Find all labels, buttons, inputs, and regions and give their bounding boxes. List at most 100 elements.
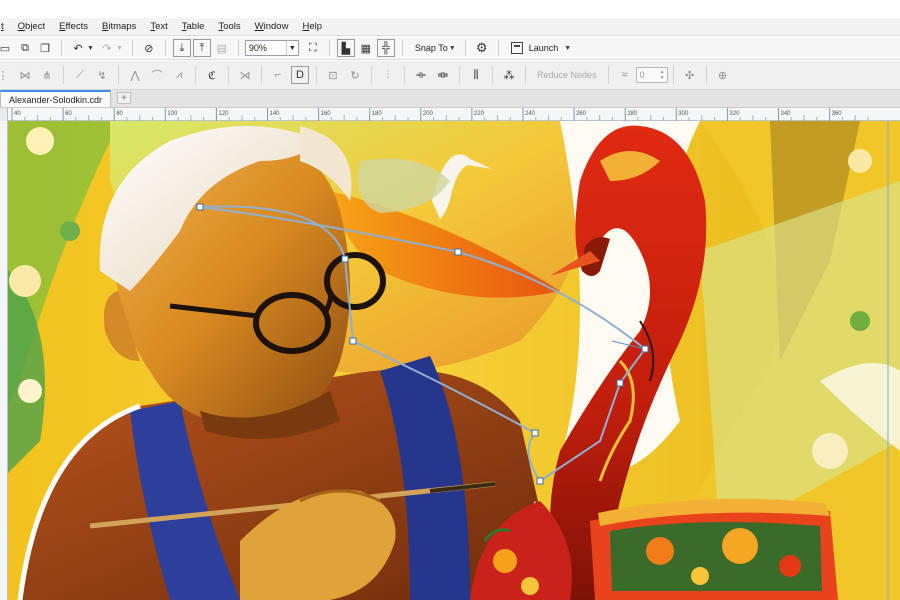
document-tab[interactable]: Alexander-Solodkin.cdr	[0, 90, 112, 107]
menu-item-tools[interactable]: Tools	[211, 21, 247, 32]
document-tab-bar: Alexander-Solodkin.cdr +	[0, 90, 900, 108]
new-document-icon[interactable]: ▭	[0, 39, 14, 57]
ruler-tick-label: 280	[627, 111, 638, 117]
ruler-tick-label: 120	[218, 111, 229, 117]
symmetrical-node-icon[interactable]: ⩘	[170, 66, 188, 84]
search-icon[interactable]: ⊘	[140, 39, 158, 57]
to-line-icon[interactable]: ⟋	[71, 66, 89, 84]
ruler-tick-label: 200	[423, 111, 434, 117]
full-screen-icon[interactable]: ⛶	[304, 39, 322, 57]
extend-curve-icon[interactable]: ⋊	[236, 66, 254, 84]
stepper-arrows-icon[interactable]: ▲ ▼	[658, 68, 667, 82]
snap-to-dropdown-icon[interactable]: ▼	[449, 45, 456, 52]
menu-item-bitmaps[interactable]: Bitmaps	[95, 21, 143, 32]
copy-icon[interactable]: ⧉	[16, 39, 34, 57]
delete-node-icon[interactable]: ⋈	[16, 66, 34, 84]
toolbar-separator	[672, 66, 674, 84]
horizontal-ruler[interactable]: 40 60 80 100 120 140 160 180 200 220 240 260 280 300 3…	[0, 108, 900, 121]
menu-bar: t Object Effects Bitmaps Text Table Tool…	[0, 18, 900, 36]
auto-close-icon[interactable]: ⊕	[714, 66, 732, 84]
smooth-node-icon[interactable]: ⌒	[148, 66, 166, 84]
publish-pdf-icon[interactable]: ▤	[213, 39, 231, 57]
toolbar-separator	[497, 40, 499, 56]
ruler-tick-label: 180	[372, 111, 383, 117]
select-all-nodes-icon[interactable]: ⁂	[500, 66, 518, 84]
elastic-mode-icon[interactable]: ⫼	[467, 66, 485, 84]
ruler-tick-label: 260	[576, 111, 587, 117]
add-node-icon[interactable]: ⋮	[0, 66, 12, 84]
window-top-strip	[0, 0, 900, 18]
ruler-ticks: 40 60 80 100 120 140 160 180 200 220 240 260 280 300 3…	[11, 108, 869, 121]
undo-icon[interactable]: ↶	[69, 39, 87, 57]
show-guidelines-icon[interactable]: ╬	[376, 39, 395, 57]
join-nodes-icon[interactable]: ⋔	[38, 66, 56, 84]
ruler-tick-label: 100	[167, 111, 178, 117]
toolbar-separator	[261, 66, 262, 84]
import-icon[interactable]: ⤓	[172, 39, 191, 57]
to-curve-icon[interactable]: ↯	[93, 66, 111, 84]
undo-dropdown-icon[interactable]: ▼	[87, 45, 94, 52]
extract-subpath-icon[interactable]: ⌐	[269, 66, 287, 84]
ruler-tick-label: 80	[116, 111, 123, 117]
reverse-direction-icon[interactable]: ℭ	[203, 66, 221, 84]
mirror-vertical-icon[interactable]: ⟚	[434, 66, 452, 84]
rotate-nodes-icon[interactable]: ↻	[346, 66, 364, 84]
snap-to-button[interactable]: Snap To	[409, 43, 450, 53]
ruler-tick-label: 40	[14, 111, 21, 117]
artwork-illustration	[0, 121, 900, 600]
curve-smoothness-icon: ≈	[621, 69, 628, 81]
menu-item-window[interactable]: Window	[248, 21, 296, 32]
paste-icon[interactable]: ❐	[36, 39, 54, 57]
toolbar-separator	[131, 40, 133, 56]
ruler-origin-corner[interactable]	[0, 108, 8, 121]
toolbar-separator	[401, 40, 403, 56]
show-rulers-icon[interactable]: ▙	[336, 39, 355, 57]
options-gear-icon[interactable]: ⚙	[473, 39, 491, 57]
show-grid-icon[interactable]: ▦	[357, 39, 375, 57]
toolbar-separator	[705, 66, 707, 84]
reduce-nodes-button[interactable]: Reduce Nodes	[531, 70, 603, 80]
vertical-ruler[interactable]	[0, 121, 8, 600]
chevron-down-icon[interactable]: ▼	[285, 41, 298, 55]
drawing-canvas[interactable]	[0, 121, 900, 600]
ruler-tick-label: 240	[525, 111, 536, 117]
launch-icon[interactable]	[510, 42, 523, 54]
launch-button[interactable]: Launch	[527, 43, 561, 53]
menu-item-table[interactable]: Table	[175, 21, 212, 32]
stretch-nodes-icon[interactable]: ⊡	[324, 66, 342, 84]
align-nodes-icon[interactable]: ⫶	[379, 66, 397, 84]
menu-item-help[interactable]: Help	[295, 21, 329, 32]
menu-item-object[interactable]: Object	[11, 21, 52, 32]
cusp-node-icon[interactable]: ⋀	[126, 66, 144, 84]
node-tracking-icon[interactable]: ✣	[681, 66, 699, 84]
zoom-level-select[interactable]: 90% ▼	[244, 40, 299, 56]
zoom-level-value: 90%	[248, 43, 267, 53]
launch-dropdown-icon[interactable]: ▼	[564, 45, 571, 52]
toolbar-separator	[118, 66, 119, 84]
menu-item-effects[interactable]: Effects	[52, 21, 95, 32]
toolbar-separator	[464, 40, 466, 56]
ruler-tick-label: 300	[678, 111, 689, 117]
toolbar-separator	[525, 66, 526, 84]
ruler-tick-label: 60	[65, 111, 72, 117]
toolbar-separator	[607, 66, 609, 84]
toolbar-separator	[61, 40, 62, 56]
toolbar-separator	[316, 66, 317, 84]
toolbar-separator	[404, 66, 405, 84]
add-tab-icon[interactable]: +	[117, 92, 132, 104]
toolbar-separator	[164, 40, 166, 56]
redo-icon[interactable]: ↷	[98, 39, 116, 57]
redo-dropdown-icon[interactable]: ▼	[116, 45, 123, 52]
curve-smoothness-stepper[interactable]: 0 ▲ ▼	[635, 67, 668, 83]
ruler-tick-label: 360	[832, 111, 843, 117]
close-curve-icon[interactable]: D	[291, 66, 309, 84]
ruler-tick-label: 220	[474, 111, 485, 117]
curve-smoothness-value: 0	[639, 70, 645, 80]
menu-item-text[interactable]: Text	[143, 21, 174, 32]
toolbar-separator	[459, 66, 460, 84]
menu-item-file-partial[interactable]: t	[0, 21, 11, 32]
export-icon[interactable]: ⤒	[192, 39, 211, 57]
mirror-horizontal-icon[interactable]: ⟛	[412, 66, 430, 84]
toolbar-separator	[237, 40, 239, 56]
toolbar-separator	[371, 66, 372, 84]
